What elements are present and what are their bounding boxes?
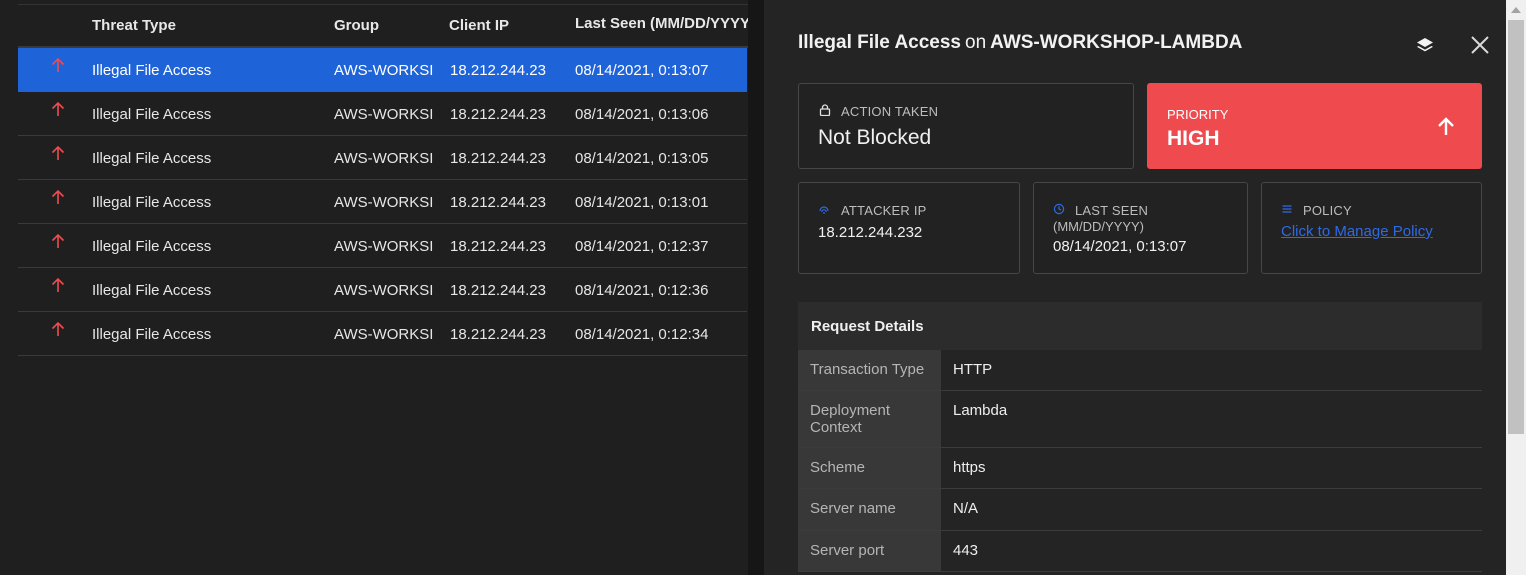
- attacker-ip-card: ATTACKER IP 18.212.244.232: [798, 182, 1020, 274]
- detail-key: Transaction Type: [798, 350, 941, 390]
- group-cell: AWS-WORKSI: [334, 106, 434, 123]
- detail-value: Lambda: [953, 402, 1008, 419]
- manage-policy-link[interactable]: Click to Manage Policy: [1281, 223, 1433, 240]
- threat-type-cell: Illegal File Access: [92, 238, 212, 255]
- vertical-scrollbar[interactable]: [1506, 0, 1526, 575]
- group-cell: AWS-WORKSI: [334, 150, 434, 167]
- group-cell: AWS-WORKSI: [334, 62, 434, 79]
- priority-card: PRIORITY HIGH: [1147, 83, 1482, 169]
- detail-row: Deployment Context Lambda: [798, 391, 1482, 448]
- detail-value: https: [953, 459, 986, 476]
- detail-row: Transaction Type HTTP: [798, 350, 1482, 391]
- table-row[interactable]: Illegal File Access AWS-WORKSI 18.212.24…: [18, 136, 747, 180]
- last-seen-cell: 08/14/2021, 0:12:36: [575, 282, 709, 299]
- threat-detail-panel: Illegal File Access on AWS-WORKSHOP-LAMBDA…: [764, 0, 1506, 575]
- detail-key: Server port: [798, 531, 941, 571]
- table-row[interactable]: Illegal File Access AWS-WORKSI 18.212.24…: [18, 92, 747, 136]
- column-header-last-seen[interactable]: Last Seen (MM/DD/YYYY): [575, 5, 755, 49]
- threat-type-cell: Illegal File Access: [92, 106, 212, 123]
- arrow-up-icon: [51, 145, 65, 160]
- arrow-up-icon: [51, 57, 65, 72]
- last-seen-cell: 08/14/2021, 0:13:05: [575, 150, 709, 167]
- detail-row: Server port 443: [798, 531, 1482, 572]
- action-taken-value: Not Blocked: [818, 126, 932, 149]
- client-ip-cell: 18.212.244.23: [450, 62, 546, 79]
- title-target: AWS-WORKSHOP-LAMBDA: [990, 32, 1243, 53]
- priority-value: HIGH: [1167, 127, 1220, 150]
- lock-icon: [819, 104, 831, 116]
- group-cell: AWS-WORKSI: [334, 282, 434, 299]
- detail-row: Scheme https: [798, 448, 1482, 489]
- priority-label: PRIORITY: [1167, 107, 1229, 122]
- client-ip-cell: 18.212.244.23: [450, 282, 546, 299]
- panel-title: Illegal File Access on AWS-WORKSHOP-LAMBDA: [798, 32, 1242, 54]
- table-header: Threat Type Group Client IP Last Seen (M…: [18, 4, 755, 49]
- title-threat: Illegal File Access: [798, 32, 961, 53]
- client-ip-cell: 18.212.244.23: [450, 326, 546, 343]
- policy-card: POLICY Click to Manage Policy: [1261, 182, 1482, 274]
- threats-table: Threat Type Group Client IP Last Seen (M…: [0, 0, 755, 575]
- last-seen-label: LAST SEEN: [1075, 203, 1149, 218]
- last-seen-cell: 08/14/2021, 0:13:01: [575, 194, 709, 211]
- detail-key: Server name: [798, 489, 941, 530]
- arrow-up-icon: [51, 277, 65, 292]
- client-ip-cell: 18.212.244.23: [450, 150, 546, 167]
- arrow-up-icon: [51, 321, 65, 336]
- last-seen-cell: 08/14/2021, 0:12:34: [575, 326, 709, 343]
- threat-type-cell: Illegal File Access: [92, 62, 212, 79]
- group-cell: AWS-WORKSI: [334, 326, 434, 343]
- request-details-heading: Request Details: [798, 302, 1482, 350]
- last-seen-card: LAST SEEN (MM/DD/YYYY) 08/14/2021, 0:13:…: [1033, 182, 1248, 274]
- close-icon[interactable]: [1469, 34, 1491, 56]
- table-row[interactable]: Illegal File Access AWS-WORKSI 18.212.24…: [18, 312, 747, 356]
- scroll-up-icon[interactable]: [1511, 7, 1521, 13]
- list-icon: [1282, 205, 1292, 213]
- last-seen-value: 08/14/2021, 0:13:07: [1053, 238, 1187, 255]
- group-cell: AWS-WORKSI: [334, 238, 434, 255]
- column-header-client-ip[interactable]: Client IP: [449, 5, 509, 49]
- last-seen-cell: 08/14/2021, 0:13:06: [575, 106, 709, 123]
- last-seen-format: (MM/DD/YYYY): [1053, 219, 1144, 234]
- table-row[interactable]: Illegal File Access AWS-WORKSI 18.212.24…: [18, 224, 747, 268]
- table-body: Illegal File Access AWS-WORKSI 18.212.24…: [18, 48, 747, 356]
- table-row[interactable]: Illegal File Access AWS-WORKSI 18.212.24…: [18, 180, 747, 224]
- arrow-up-icon: [51, 101, 65, 116]
- title-on: on: [965, 32, 987, 53]
- threat-type-cell: Illegal File Access: [92, 326, 212, 343]
- scrollbar-thumb[interactable]: [1508, 20, 1524, 434]
- column-header-group[interactable]: Group: [334, 5, 379, 49]
- action-taken-label: ACTION TAKEN: [841, 104, 939, 119]
- detail-value: 443: [953, 542, 979, 559]
- threat-type-cell: Illegal File Access: [92, 282, 212, 299]
- clock-icon: [1053, 203, 1065, 215]
- attacker-ip-label: ATTACKER IP: [841, 203, 927, 218]
- detail-value: HTTP: [953, 361, 993, 378]
- threat-type-cell: Illegal File Access: [92, 194, 212, 211]
- last-seen-cell: 08/14/2021, 0:12:37: [575, 238, 709, 255]
- client-ip-cell: 18.212.244.23: [450, 238, 546, 255]
- layers-icon[interactable]: [1415, 36, 1435, 56]
- client-ip-cell: 18.212.244.23: [450, 194, 546, 211]
- table-row[interactable]: Illegal File Access AWS-WORKSI 18.212.24…: [18, 48, 747, 92]
- arrow-up-icon: [51, 233, 65, 248]
- table-row[interactable]: Illegal File Access AWS-WORKSI 18.212.24…: [18, 268, 747, 312]
- column-header-threat-type[interactable]: Threat Type: [92, 5, 176, 49]
- action-taken-card: ACTION TAKEN Not Blocked: [798, 83, 1134, 169]
- panel-divider: [748, 0, 764, 575]
- detail-key: Scheme: [798, 448, 941, 488]
- request-details: Request Details Transaction Type HTTP De…: [798, 302, 1482, 572]
- attacker-ip-value: 18.212.244.232: [818, 224, 923, 241]
- arrow-up-icon: [51, 189, 65, 204]
- fingerprint-icon: [819, 206, 829, 214]
- detail-value: N/A: [953, 500, 979, 517]
- client-ip-cell: 18.212.244.23: [450, 106, 546, 123]
- policy-label: POLICY: [1303, 203, 1352, 218]
- threat-type-cell: Illegal File Access: [92, 150, 212, 167]
- detail-key: Deployment Context: [798, 391, 941, 447]
- detail-row: Server name N/A: [798, 489, 1482, 531]
- arrow-up-icon: [1438, 117, 1454, 135]
- group-cell: AWS-WORKSI: [334, 194, 434, 211]
- last-seen-cell: 08/14/2021, 0:13:07: [575, 62, 709, 79]
